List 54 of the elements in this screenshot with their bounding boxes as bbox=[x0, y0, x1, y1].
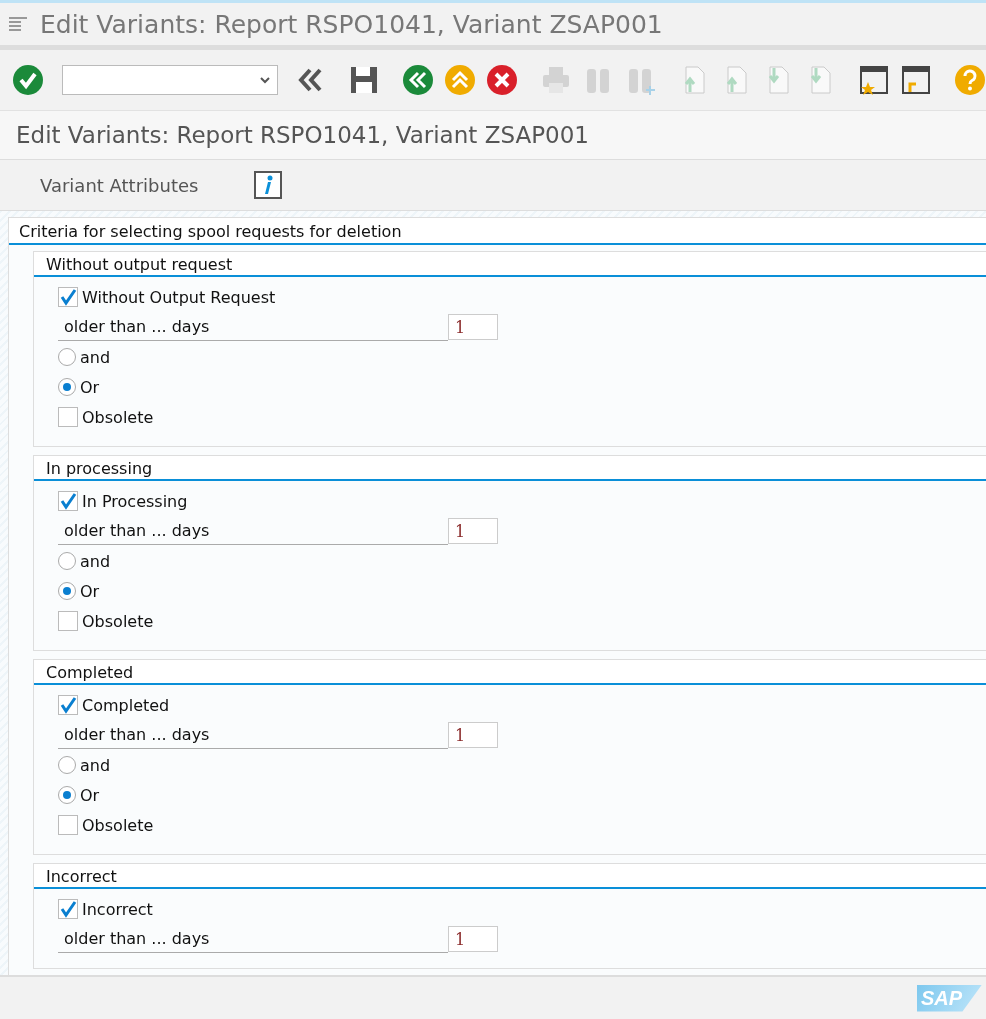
window-star-icon[interactable] bbox=[858, 64, 890, 96]
menu-icon[interactable] bbox=[8, 17, 28, 31]
radio-button[interactable] bbox=[58, 348, 76, 366]
logo: SAP bbox=[916, 984, 982, 1012]
checkbox[interactable] bbox=[58, 815, 78, 835]
checkbox[interactable] bbox=[58, 695, 78, 715]
radio-label: Or bbox=[80, 377, 100, 397]
days-field[interactable]: 1 bbox=[448, 722, 498, 748]
group-title: Completed bbox=[34, 660, 986, 685]
radio-label: Or bbox=[80, 785, 100, 805]
checkbox-label: Completed bbox=[82, 695, 170, 715]
checkbox[interactable] bbox=[58, 287, 78, 307]
checkbox-label: In Processing bbox=[82, 491, 188, 511]
field-label: older than ... days bbox=[58, 517, 448, 545]
frame-title: Criteria for selecting spool requests for deletion bbox=[9, 218, 986, 245]
checkbox-label: Incorrect bbox=[82, 899, 153, 919]
radio-button[interactable] bbox=[58, 786, 76, 804]
info-icon[interactable] bbox=[254, 171, 283, 199]
window-title: Edit Variants: Report RSPO1041, Variant ZSAP001 bbox=[40, 9, 663, 39]
field-label: older than ... days bbox=[58, 721, 448, 749]
help-icon[interactable] bbox=[954, 64, 986, 96]
group-title: Incorrect bbox=[34, 864, 986, 889]
page-heading: Edit Variants: Report RSPO1041, Variant ZSAP001 bbox=[0, 110, 986, 160]
radio-label: Or bbox=[80, 581, 100, 601]
checkbox[interactable] bbox=[58, 491, 78, 511]
caret-icon[interactable] bbox=[259, 76, 271, 84]
group-title: In processing bbox=[34, 456, 986, 481]
variant-attributes-button[interactable]: Variant Attributes bbox=[28, 168, 211, 202]
window-arrow-icon[interactable] bbox=[900, 64, 932, 96]
radio-button[interactable] bbox=[58, 582, 76, 600]
up-icon[interactable] bbox=[444, 64, 476, 96]
checkbox-label: Without Output Request bbox=[82, 287, 276, 307]
radio-button[interactable] bbox=[58, 552, 76, 570]
field-label: older than ... days bbox=[58, 925, 448, 953]
checkmark-icon[interactable] bbox=[12, 64, 44, 96]
radio-label: and bbox=[80, 755, 111, 775]
radio-label: and bbox=[80, 551, 111, 571]
radio-button[interactable] bbox=[58, 756, 76, 774]
checkbox-label: Obsolete bbox=[82, 407, 154, 427]
checkbox-label: Obsolete bbox=[82, 815, 154, 835]
checkbox-label: Obsolete bbox=[82, 611, 154, 631]
days-field[interactable]: 1 bbox=[448, 518, 498, 544]
group-title: Without output request bbox=[34, 252, 986, 277]
checkbox[interactable] bbox=[58, 407, 78, 427]
days-field[interactable]: 1 bbox=[448, 314, 498, 340]
checkbox[interactable] bbox=[58, 611, 78, 631]
radio-button[interactable] bbox=[58, 378, 76, 396]
cancel-icon[interactable] bbox=[486, 64, 518, 96]
days-field[interactable]: 1 bbox=[448, 926, 498, 952]
radio-label: and bbox=[80, 347, 111, 367]
field-label: older than ... days bbox=[58, 313, 448, 341]
command-field[interactable] bbox=[62, 65, 278, 95]
checkbox[interactable] bbox=[58, 899, 78, 919]
back-icon[interactable] bbox=[402, 64, 434, 96]
